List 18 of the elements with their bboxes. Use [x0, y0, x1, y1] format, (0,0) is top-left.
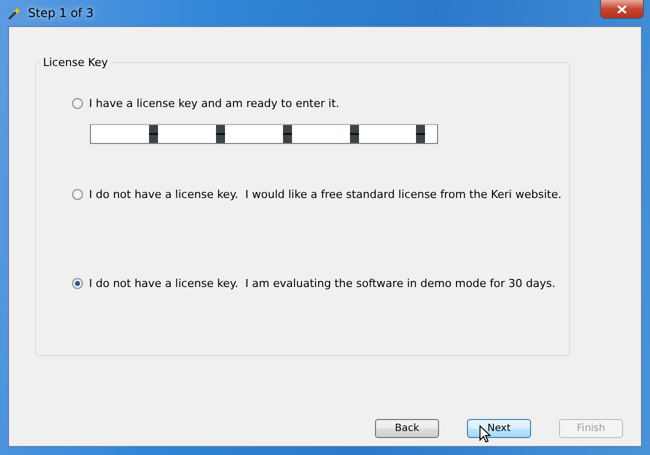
separator-icon: [216, 125, 225, 143]
separator-icon: [148, 125, 158, 143]
license-key-field[interactable]: [90, 124, 438, 144]
separator-icon: [350, 125, 359, 143]
radio-button[interactable]: [72, 278, 83, 289]
separator-icon: [416, 125, 426, 143]
window-title: Step 1 of 3: [28, 6, 94, 20]
separator-icon: [282, 125, 292, 143]
option-label[interactable]: I do not have a license key. I am evaluating the software in demo mode for 30 days.: [89, 277, 556, 290]
option-label[interactable]: I do not have a license key. I would like a free standard license from the Keri website.: [89, 188, 562, 201]
close-icon: [617, 4, 627, 14]
option-label[interactable]: I have a license key and am ready to enter it.: [89, 97, 340, 110]
dialog-button[interactable]: Back: [375, 419, 439, 438]
radio-button[interactable]: [72, 189, 83, 200]
group-title: License Key: [42, 56, 109, 69]
close-button[interactable]: [600, 0, 644, 19]
radio-button[interactable]: [72, 98, 83, 109]
wand-icon: [8, 6, 22, 20]
